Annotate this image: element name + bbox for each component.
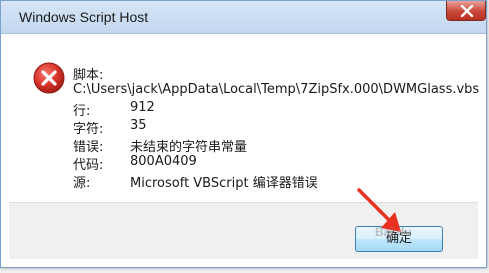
- line-label: 行:: [73, 104, 91, 119]
- code-value: 800A0409: [130, 154, 197, 169]
- error-message-value: 未结束的字符串常量: [130, 140, 248, 155]
- window-title: Windows Script Host: [19, 9, 149, 25]
- watermark-text: Bai du: [375, 225, 412, 239]
- char-value: 35: [130, 118, 147, 133]
- line-value: 912: [130, 100, 155, 115]
- title-bar[interactable]: Windows Script Host: [1, 1, 486, 34]
- code-label: 代码:: [73, 158, 104, 173]
- close-icon: [460, 5, 474, 17]
- error-icon: [33, 62, 65, 94]
- char-label: 字符:: [73, 122, 104, 137]
- dialog-window: Windows Script Host 脚本: C:\Users\jack\Ap…: [0, 0, 487, 268]
- script-path-value: C:\Users\jack\AppData\Local\Temp\7ZipSfx…: [73, 82, 480, 97]
- source-label: 源:: [73, 176, 91, 191]
- script-label: 脚本:: [73, 68, 104, 83]
- error-label: 错误:: [73, 140, 104, 155]
- message-area: 脚本: C:\Users\jack\AppData\Local\Temp\7Zi…: [9, 34, 480, 202]
- close-button[interactable]: [446, 1, 486, 21]
- source-value: Microsoft VBScript 编译器错误: [130, 176, 318, 191]
